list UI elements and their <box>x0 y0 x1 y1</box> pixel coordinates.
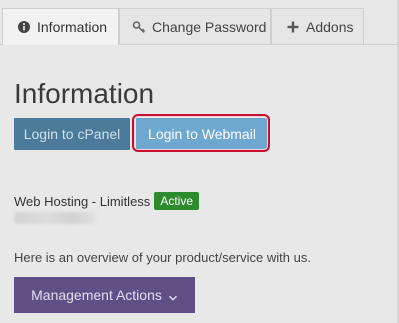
tab-addons-label: Addons <box>306 18 354 35</box>
product-name: Web Hosting - Limitless <box>14 193 151 209</box>
product-info: Web Hosting - Limitless Active <box>14 192 199 210</box>
tab-change-password-label: Change Password <box>152 18 267 35</box>
tab-bar: Information Change Password Addons <box>0 8 397 45</box>
key-icon <box>132 20 146 34</box>
login-cpanel-button[interactable]: Login to cPanel <box>14 118 130 150</box>
management-actions-button[interactable]: Management Actions <box>14 277 195 313</box>
management-actions-label: Management Actions <box>31 287 162 303</box>
webmail-highlight-ring <box>132 114 270 152</box>
tab-change-password[interactable]: Change Password <box>119 8 271 44</box>
plus-icon <box>286 20 300 34</box>
page-title: Information <box>14 78 155 109</box>
redacted-domain <box>14 212 96 224</box>
overview-text: Here is an overview of your product/serv… <box>14 250 311 265</box>
client-area-panel: Information Change Password Addons Infor… <box>0 0 399 323</box>
tab-information[interactable]: Information <box>2 8 119 45</box>
tab-information-label: Information <box>37 19 108 35</box>
tab-addons[interactable]: Addons <box>271 8 364 44</box>
info-circle-icon <box>17 20 31 34</box>
status-badge: Active <box>154 192 199 210</box>
chevron-down-icon <box>168 290 178 301</box>
